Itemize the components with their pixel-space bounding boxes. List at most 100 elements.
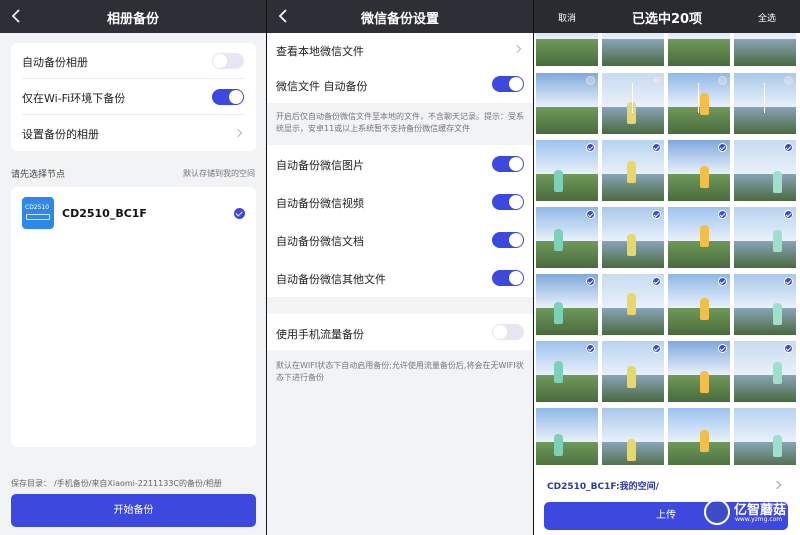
- mobile-data-label: 使用手机流量备份: [276, 328, 364, 341]
- backup-images-label: 自动备份微信图片: [276, 159, 364, 172]
- selected-check-icon[interactable]: [718, 277, 727, 286]
- photo-thumbnail[interactable]: [734, 73, 796, 134]
- backup-other-files-row[interactable]: 自动备份微信其他文件: [267, 259, 533, 297]
- wechat-file-types-section: 自动备份微信图片 自动备份微信视频 自动备份微信文档 自动备份微信其他文件: [267, 145, 533, 297]
- auto-backup-album-label: 自动备份相册: [22, 56, 88, 69]
- chevron-right-icon: [233, 128, 243, 138]
- photo-thumbnail[interactable]: [668, 33, 730, 66]
- photo-grid: [534, 33, 800, 465]
- selected-check-icon[interactable]: [784, 143, 793, 152]
- auto-backup-album-row[interactable]: 自动备份相册: [11, 43, 256, 79]
- selected-check-icon[interactable]: [586, 210, 595, 219]
- selected-check-icon[interactable]: [784, 344, 793, 353]
- selected-check-icon[interactable]: [718, 210, 727, 219]
- backup-images-row[interactable]: 自动备份微信图片: [267, 145, 533, 183]
- photo-thumbnail[interactable]: [602, 140, 664, 201]
- unselected-circle-icon[interactable]: [652, 76, 661, 85]
- mobile-data-description: 默认在WIFI状态下自动启用备份;允许使用流量备份后,将会在无WIFI状态下进行…: [276, 361, 524, 382]
- node-default-note: 默认存储到我的空间: [183, 169, 255, 178]
- selected-check-icon[interactable]: [784, 210, 793, 219]
- auto-backup-album-toggle[interactable]: [212, 53, 244, 69]
- view-local-files-row[interactable]: 查看本地微信文件: [267, 33, 533, 66]
- photo-thumbnail[interactable]: [602, 33, 664, 66]
- backup-documents-row[interactable]: 自动备份微信文档: [267, 221, 533, 259]
- photo-thumbnail[interactable]: [734, 33, 796, 66]
- select-all-button[interactable]: 全选: [758, 11, 776, 24]
- header: 微信备份设置: [267, 0, 533, 33]
- mobile-data-toggle[interactable]: [492, 324, 524, 340]
- photo-thumbnail[interactable]: [734, 207, 796, 268]
- photo-thumbnail[interactable]: [734, 341, 796, 402]
- photo-thumbnail[interactable]: [668, 140, 730, 201]
- selected-check-icon[interactable]: [652, 277, 661, 286]
- selected-check-icon[interactable]: [586, 344, 595, 353]
- photo-thumbnail[interactable]: [668, 73, 730, 134]
- destination-row[interactable]: CD2510_BC1F:我的空间/: [534, 465, 800, 501]
- page-title: 相册备份: [106, 12, 159, 27]
- wechat-backup-screen: 微信备份设置 查看本地微信文件 微信文件 自动备份 开启后仅自动备份微信文件至本…: [267, 0, 533, 535]
- photo-thumbnail[interactable]: [536, 341, 598, 402]
- selected-check-icon[interactable]: [718, 344, 727, 353]
- photo-thumbnail[interactable]: [536, 73, 598, 134]
- photo-thumbnail[interactable]: [536, 207, 598, 268]
- photo-thumbnail[interactable]: [536, 274, 598, 335]
- wifi-only-label: 仅在Wi-Fi环境下备份: [22, 92, 126, 105]
- selected-check-icon[interactable]: [652, 143, 661, 152]
- set-backup-album-label: 设置备份的相册: [22, 128, 99, 141]
- photo-thumbnail[interactable]: [734, 140, 796, 201]
- backup-videos-row[interactable]: 自动备份微信视频: [267, 183, 533, 221]
- photo-thumbnail[interactable]: [536, 33, 598, 66]
- wechat-top-section: 查看本地微信文件 微信文件 自动备份: [267, 33, 533, 103]
- backup-videos-toggle[interactable]: [492, 194, 524, 210]
- mobile-data-row[interactable]: 使用手机流量备份: [267, 314, 533, 350]
- wechat-backup-description: 开启后仅自动备份微信文件至本地的文件，不含聊天记录。提示：受系统显示，安卓11或…: [276, 112, 524, 133]
- selected-check-icon[interactable]: [718, 143, 727, 152]
- photo-thumbnail[interactable]: [602, 341, 664, 402]
- set-backup-album-row[interactable]: 设置备份的相册: [11, 115, 256, 151]
- selected-check-icon: [234, 208, 245, 219]
- unselected-circle-icon[interactable]: [586, 76, 595, 85]
- photo-thumbnail[interactable]: [602, 408, 664, 465]
- selected-check-icon[interactable]: [586, 143, 595, 152]
- photo-thumbnail[interactable]: [668, 341, 730, 402]
- photo-thumbnail[interactable]: [734, 274, 796, 335]
- wifi-only-toggle[interactable]: [212, 89, 244, 105]
- backup-other-files-label: 自动备份微信其他文件: [276, 273, 386, 286]
- wechat-auto-backup-label: 微信文件 自动备份: [276, 80, 368, 93]
- unselected-circle-icon[interactable]: [784, 76, 793, 85]
- page-title: 微信备份设置: [360, 12, 439, 27]
- wechat-auto-backup-row[interactable]: 微信文件 自动备份: [267, 68, 533, 101]
- photo-picker-screen: 取消 已选中20项 全选 CD2510_BC1F:我的空间/ 上传 亿智蘑菇 w…: [534, 0, 800, 535]
- backup-documents-toggle[interactable]: [492, 232, 524, 248]
- photo-thumbnail[interactable]: [734, 408, 796, 465]
- site-watermark: 亿智蘑菇 www.yzmg.com: [704, 497, 794, 529]
- wifi-only-row[interactable]: 仅在Wi-Fi环境下备份: [11, 79, 256, 115]
- unselected-circle-icon[interactable]: [718, 76, 727, 85]
- photo-thumbnail[interactable]: [602, 73, 664, 134]
- photo-thumbnail[interactable]: [668, 207, 730, 268]
- backup-other-files-toggle[interactable]: [492, 270, 524, 286]
- save-directory-label: 保存目录：: [11, 479, 51, 488]
- photo-thumbnail[interactable]: [602, 274, 664, 335]
- photo-thumbnail[interactable]: [536, 408, 598, 465]
- view-local-files-label: 查看本地微信文件: [276, 45, 364, 58]
- selected-check-icon[interactable]: [784, 277, 793, 286]
- device-name: CD2510_BC1F: [62, 207, 147, 220]
- start-backup-button[interactable]: 开始备份: [11, 494, 256, 527]
- selected-check-icon[interactable]: [586, 277, 595, 286]
- backup-videos-label: 自动备份微信视频: [276, 197, 364, 210]
- storage-device-icon: CD2510: [22, 197, 54, 229]
- wechat-auto-backup-toggle[interactable]: [492, 76, 524, 92]
- photo-thumbnail[interactable]: [668, 274, 730, 335]
- photo-thumbnail[interactable]: [602, 207, 664, 268]
- selected-check-icon[interactable]: [652, 344, 661, 353]
- node-item[interactable]: CD2510 CD2510_BC1F: [11, 187, 256, 239]
- destination-path: CD2510_BC1F:我的空间/: [547, 482, 659, 492]
- selected-check-icon[interactable]: [652, 210, 661, 219]
- backup-images-toggle[interactable]: [492, 156, 524, 172]
- photo-thumbnail[interactable]: [668, 408, 730, 465]
- album-backup-screen: 相册备份 自动备份相册 仅在Wi-Fi环境下备份 设置备份的相册 请先选择节点 …: [0, 0, 266, 535]
- mushroom-logo-icon: [704, 499, 730, 525]
- upload-footer: CD2510_BC1F:我的空间/ 上传 亿智蘑菇 www.yzmg.com: [534, 465, 800, 535]
- photo-thumbnail[interactable]: [536, 140, 598, 201]
